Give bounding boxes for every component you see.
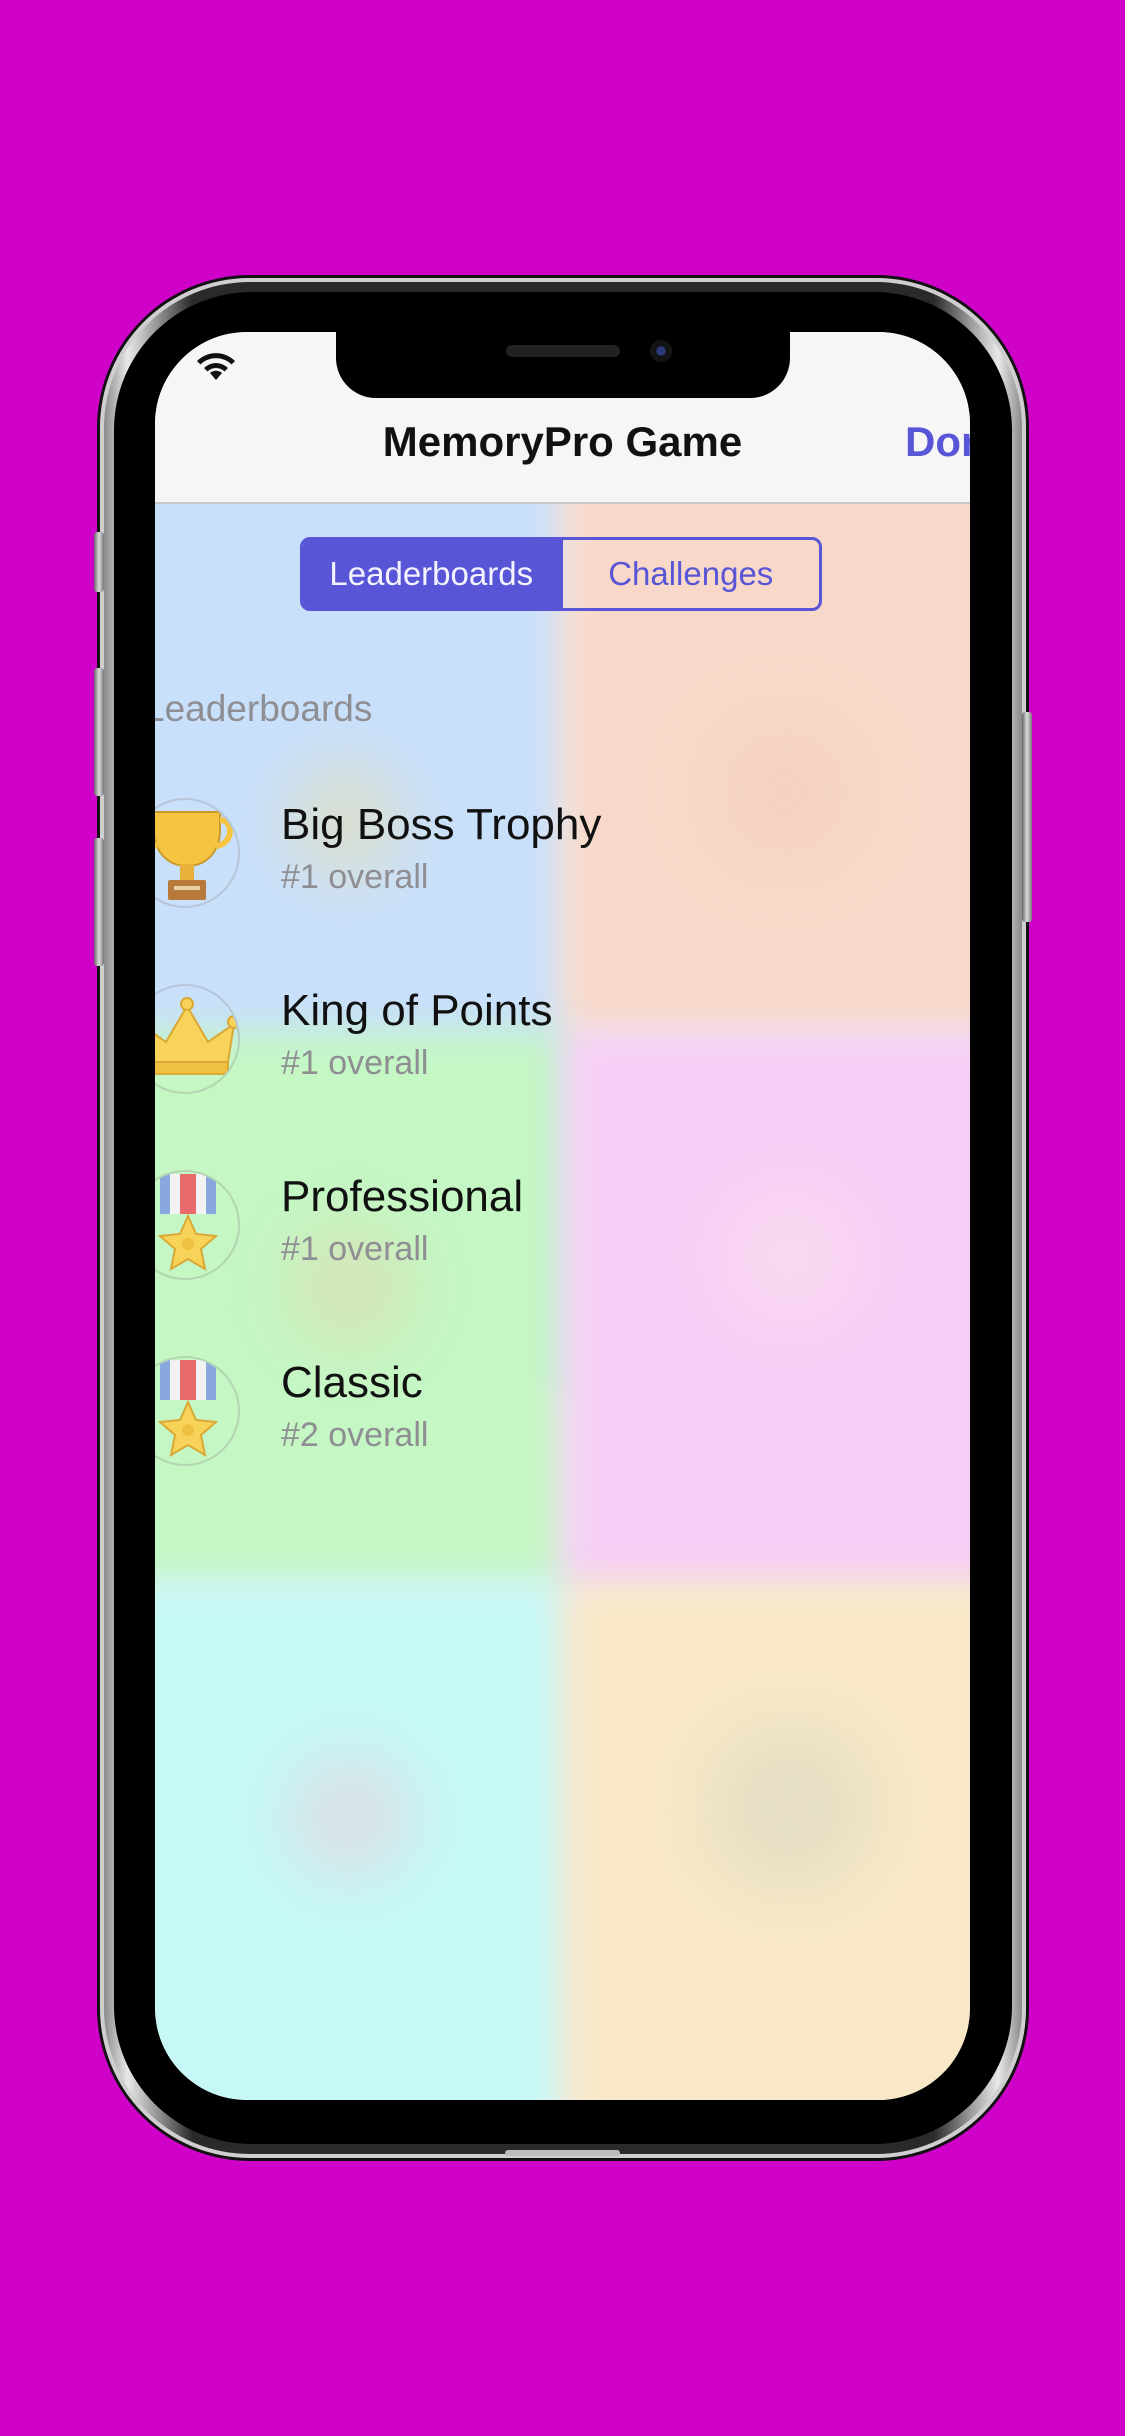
row-subtitle: #1 overall bbox=[281, 858, 429, 896]
tab-leaderboards[interactable]: Leaderboards bbox=[303, 540, 560, 608]
leaderboard-row[interactable]: King of Points #1 overall bbox=[155, 976, 970, 1106]
row-title: Classic bbox=[281, 1358, 423, 1407]
row-subtitle: #1 overall bbox=[281, 1230, 429, 1268]
notch bbox=[336, 332, 790, 398]
row-title: King of Points bbox=[281, 986, 553, 1035]
trophy-icon bbox=[155, 798, 240, 908]
mute-switch bbox=[94, 532, 104, 592]
segmented-control: Leaderboards Challenges bbox=[300, 537, 822, 611]
medal-icon bbox=[155, 1170, 240, 1280]
home-indicator bbox=[505, 2150, 620, 2156]
medal-icon bbox=[155, 1356, 240, 1466]
speaker-grille bbox=[506, 345, 620, 357]
row-title: Professional bbox=[281, 1172, 524, 1221]
crown-icon bbox=[155, 984, 240, 1094]
content-area: Leaderboards Challenges Leaderboards Big… bbox=[155, 332, 970, 2100]
power-button bbox=[1022, 712, 1032, 922]
done-button[interactable]: Done bbox=[905, 418, 970, 466]
row-title: Big Boss Trophy bbox=[281, 800, 602, 849]
front-camera bbox=[650, 340, 672, 362]
content-inner: Leaderboards Challenges Leaderboards Big… bbox=[155, 332, 970, 2100]
page: MemoryPro Game Done Leaderboards Challen… bbox=[0, 0, 1125, 2436]
leaderboard-row[interactable]: Classic #2 overall bbox=[155, 1348, 970, 1478]
leaderboard-row[interactable]: Big Boss Trophy #1 overall bbox=[155, 790, 970, 920]
row-subtitle: #2 overall bbox=[281, 1416, 429, 1454]
row-subtitle: #1 overall bbox=[281, 1044, 429, 1082]
volume-up-button bbox=[94, 668, 104, 796]
leaderboard-row[interactable]: Professional #1 overall bbox=[155, 1162, 970, 1292]
volume-down-button bbox=[94, 838, 104, 966]
section-header: Leaderboards bbox=[155, 688, 373, 729]
tab-challenges[interactable]: Challenges bbox=[559, 540, 820, 608]
